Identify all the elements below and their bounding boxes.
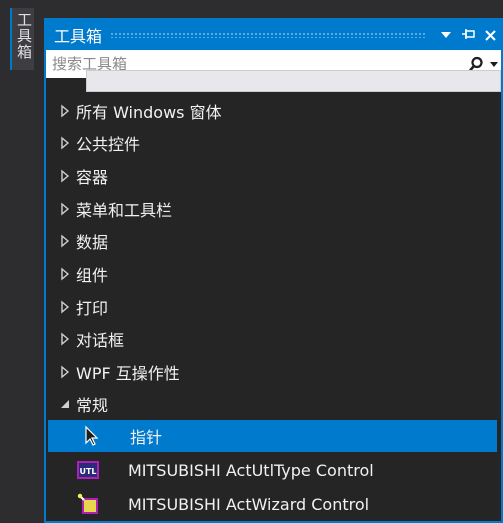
expand-arrow-icon <box>61 169 70 183</box>
window-position-button[interactable] <box>435 24 457 46</box>
side-tab-label: 工具箱 <box>15 12 33 60</box>
actwizard-control-icon <box>77 493 98 514</box>
expand-arrow-icon <box>61 136 70 150</box>
expand-arrow-icon <box>61 234 70 248</box>
expand-arrow-icon <box>61 267 70 281</box>
expand-arrow-icon <box>61 332 70 346</box>
category-common-controls[interactable]: 公共控件 <box>46 128 501 158</box>
expand-arrow-icon <box>61 202 70 216</box>
dropdown-arrow-icon <box>441 32 451 38</box>
category-label: 打印 <box>76 299 109 318</box>
title-grip <box>110 32 427 38</box>
expand-arrow-icon <box>61 300 70 314</box>
actutltype-control-icon: UTL <box>77 461 99 479</box>
close-button[interactable] <box>479 24 501 46</box>
tool-item-label: 指针 <box>130 428 163 447</box>
category-all-windows-forms[interactable]: 所有 Windows 窗体 <box>46 96 501 126</box>
svg-text:UTL: UTL <box>79 467 96 476</box>
category-menus-toolbars[interactable]: 菜单和工具栏 <box>46 194 501 224</box>
category-printing[interactable]: 打印 <box>46 292 501 322</box>
category-label: 对话框 <box>76 331 125 350</box>
collapse-arrow-icon <box>61 400 69 408</box>
toolbox-tree: 所有 Windows 窗体 公共控件 容器 菜单和工具栏 数据 组件 打印 对话… <box>46 92 501 521</box>
category-label: WPF 互操作性 <box>76 364 180 383</box>
category-general[interactable]: 常规 <box>46 389 501 419</box>
tool-item-label: MITSUBISHI ActWizard Control <box>128 494 370 514</box>
category-label: 容器 <box>76 168 109 187</box>
tool-item-actwizard-control[interactable]: MITSUBISHI ActWizard Control <box>46 488 501 520</box>
category-label: 数据 <box>76 233 109 252</box>
category-components[interactable]: 组件 <box>46 259 501 289</box>
category-label: 组件 <box>76 266 109 285</box>
tool-item-actutltype-control[interactable]: UTL MITSUBISHI ActUtlType Control <box>46 454 501 486</box>
auto-hide-button[interactable] <box>457 24 479 46</box>
title-bar[interactable]: 工具箱 <box>46 20 501 50</box>
category-label: 菜单和工具栏 <box>76 201 173 220</box>
toolbox-panel: 工具箱 搜索工具箱 所有 Windows 窗体 公共控件 容器 菜单和工具栏 数… <box>44 18 503 523</box>
side-tab-toolbox[interactable]: 工具箱 <box>10 8 34 70</box>
category-label: 常规 <box>76 396 109 415</box>
search-options-dropdown[interactable] <box>487 59 501 70</box>
close-icon <box>484 29 496 41</box>
pin-icon <box>462 29 475 39</box>
expand-arrow-icon <box>61 104 70 118</box>
category-label: 所有 Windows 窗体 <box>76 103 222 122</box>
panel-title: 工具箱 <box>54 27 103 46</box>
tool-item-label: MITSUBISHI ActUtlType Control <box>128 460 374 480</box>
category-containers[interactable]: 容器 <box>46 161 501 191</box>
category-data[interactable]: 数据 <box>46 226 501 256</box>
pointer-icon <box>85 425 99 446</box>
dropdown-popup <box>86 70 501 92</box>
category-label: 公共控件 <box>76 135 141 154</box>
expand-arrow-icon <box>61 365 70 379</box>
tool-item-pointer[interactable]: 指针 <box>48 420 497 452</box>
left-dock-strip: 工具箱 <box>0 0 44 523</box>
category-wpf-interop[interactable]: WPF 互操作性 <box>46 357 501 387</box>
category-dialogs[interactable]: 对话框 <box>46 324 501 354</box>
chevron-down-icon <box>490 61 498 67</box>
